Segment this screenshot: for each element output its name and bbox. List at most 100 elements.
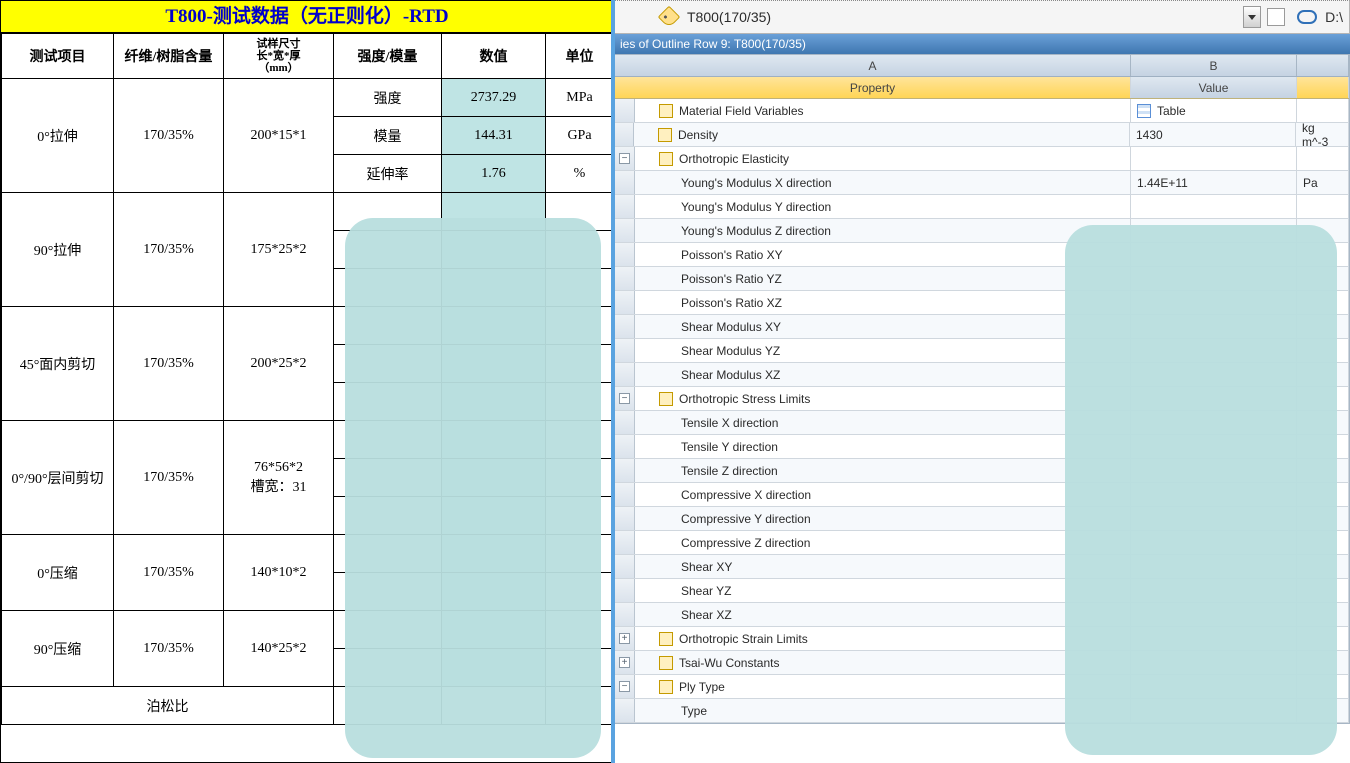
row-gutter xyxy=(615,219,635,242)
property-unit-cell: Pa xyxy=(1297,171,1349,194)
property-label: Material Field Variables xyxy=(635,99,1131,122)
specimen-size: 200*15*1 xyxy=(224,79,334,193)
footer-label: 泊松比 xyxy=(2,687,334,725)
property-value-cell[interactable] xyxy=(1131,195,1297,218)
property-row[interactable]: Young's Modulus Y direction xyxy=(615,195,1349,219)
property-label: Tensile Y direction xyxy=(635,435,1131,458)
property-name: 模量 xyxy=(334,117,442,155)
property-label: Compressive Z direction xyxy=(635,531,1131,554)
row-gutter xyxy=(615,267,635,290)
table-icon xyxy=(1137,104,1151,118)
row-gutter: − xyxy=(615,675,635,698)
pane-splitter[interactable] xyxy=(611,0,615,763)
specimen-size: 200*25*2 xyxy=(224,307,334,421)
hdr-size-unit: （mm） xyxy=(226,62,331,74)
hdr-size-mid: 长*宽*厚 xyxy=(226,50,331,62)
row-gutter xyxy=(615,315,635,338)
property-value[interactable]: 144.31 xyxy=(442,117,546,155)
property-label: Poisson's Ratio XY xyxy=(635,243,1131,266)
square-button[interactable] xyxy=(1267,8,1285,26)
property-label: Shear XY xyxy=(635,555,1131,578)
row-gutter xyxy=(615,99,635,122)
hdr-size-top: 试样尺寸 xyxy=(226,38,331,50)
property-row[interactable]: Material Field VariablesTable xyxy=(615,99,1349,123)
row-gutter xyxy=(615,291,635,314)
property-label: Density xyxy=(634,123,1130,146)
row-gutter: − xyxy=(615,147,635,170)
property-icon xyxy=(659,656,673,670)
specimen-size: 76*56*2槽宽：31 xyxy=(224,421,334,535)
hdr-fiber: 纤维/树脂含量 xyxy=(114,34,224,79)
property-name: 延伸率 xyxy=(334,155,442,193)
col-header-property: Property xyxy=(615,77,1131,98)
row-gutter: + xyxy=(615,651,635,674)
hdr-value: 数值 xyxy=(442,34,546,79)
row-gutter xyxy=(615,171,635,194)
specimen-size: 175*25*2 xyxy=(224,193,334,307)
test-name: 0°/90°层间剪切 xyxy=(2,421,114,535)
row-gutter xyxy=(615,531,635,554)
property-icon xyxy=(659,632,673,646)
property-label: Orthotropic Elasticity xyxy=(635,147,1131,170)
test-name: 90°压缩 xyxy=(2,611,114,687)
property-row[interactable]: −Orthotropic Elasticity xyxy=(615,147,1349,171)
row-gutter xyxy=(615,699,635,722)
row-gutter xyxy=(615,339,635,362)
property-label: Shear Modulus YZ xyxy=(635,339,1131,362)
property-label: Young's Modulus X direction xyxy=(635,171,1131,194)
col-header-value: Value xyxy=(1131,77,1297,98)
row-gutter xyxy=(615,603,635,626)
property-label: Ply Type xyxy=(635,675,1131,698)
property-label: Shear XZ xyxy=(635,603,1131,626)
property-value[interactable]: 2737.29 xyxy=(442,79,546,117)
expander-icon[interactable]: + xyxy=(619,657,630,668)
property-unit-cell xyxy=(1297,195,1349,218)
expander-icon[interactable]: − xyxy=(619,153,630,164)
property-value-cell[interactable] xyxy=(1131,147,1297,170)
property-row[interactable]: Young's Modulus X direction1.44E+11Pa xyxy=(615,171,1349,195)
property-label: Young's Modulus Z direction xyxy=(635,219,1131,242)
expander-icon[interactable]: − xyxy=(619,681,630,692)
property-icon xyxy=(659,152,673,166)
hdr-unit: 单位 xyxy=(546,34,614,79)
property-value[interactable]: 1.76 xyxy=(442,155,546,193)
property-row[interactable]: Density1430kg m^-3 xyxy=(615,123,1349,147)
property-value-cell[interactable]: Table xyxy=(1131,99,1297,122)
property-label: Orthotropic Strain Limits xyxy=(635,627,1131,650)
property-unit-cell: kg m^-3 xyxy=(1296,123,1349,146)
fiber-resin: 170/35% xyxy=(114,535,224,611)
property-icon xyxy=(659,680,673,694)
property-value-cell[interactable]: 1430 xyxy=(1130,123,1296,146)
property-label: Poisson's Ratio XZ xyxy=(635,291,1131,314)
test-name: 45°面内剪切 xyxy=(2,307,114,421)
row-gutter xyxy=(615,363,635,386)
property-label: Compressive Y direction xyxy=(635,507,1131,530)
row-gutter xyxy=(615,579,635,602)
expander-icon[interactable]: + xyxy=(619,633,630,644)
property-unit: GPa xyxy=(546,117,614,155)
property-label: Tensile Z direction xyxy=(635,459,1131,482)
grid-column-headers: Property Value xyxy=(615,77,1349,99)
row-gutter xyxy=(615,411,635,434)
property-unit: % xyxy=(546,155,614,193)
link-icon xyxy=(1297,10,1317,24)
property-value-cell[interactable]: 1.44E+11 xyxy=(1131,171,1297,194)
row-gutter xyxy=(615,507,635,530)
tag-icon xyxy=(658,6,681,29)
test-name: 90°拉伸 xyxy=(2,193,114,307)
expander-icon[interactable]: − xyxy=(619,393,630,404)
source-path: D:\ xyxy=(1325,9,1343,25)
property-label: Compressive X direction xyxy=(635,483,1131,506)
material-name[interactable]: T800(170/35) xyxy=(683,7,1237,27)
property-unit: MPa xyxy=(546,79,614,117)
property-label: Shear Modulus XZ xyxy=(635,363,1131,386)
test-name: 0°压缩 xyxy=(2,535,114,611)
redaction-overlay-left xyxy=(345,218,601,758)
property-label: Young's Modulus Y direction xyxy=(635,195,1131,218)
property-label: Type xyxy=(635,699,1131,722)
material-dropdown-button[interactable] xyxy=(1243,6,1261,28)
grid-column-letters: A B xyxy=(615,55,1349,77)
col-header-unit xyxy=(1297,77,1349,98)
sheet-title: T800-测试数据（无正则化）-RTD xyxy=(1,1,613,33)
property-label: Orthotropic Stress Limits xyxy=(635,387,1131,410)
